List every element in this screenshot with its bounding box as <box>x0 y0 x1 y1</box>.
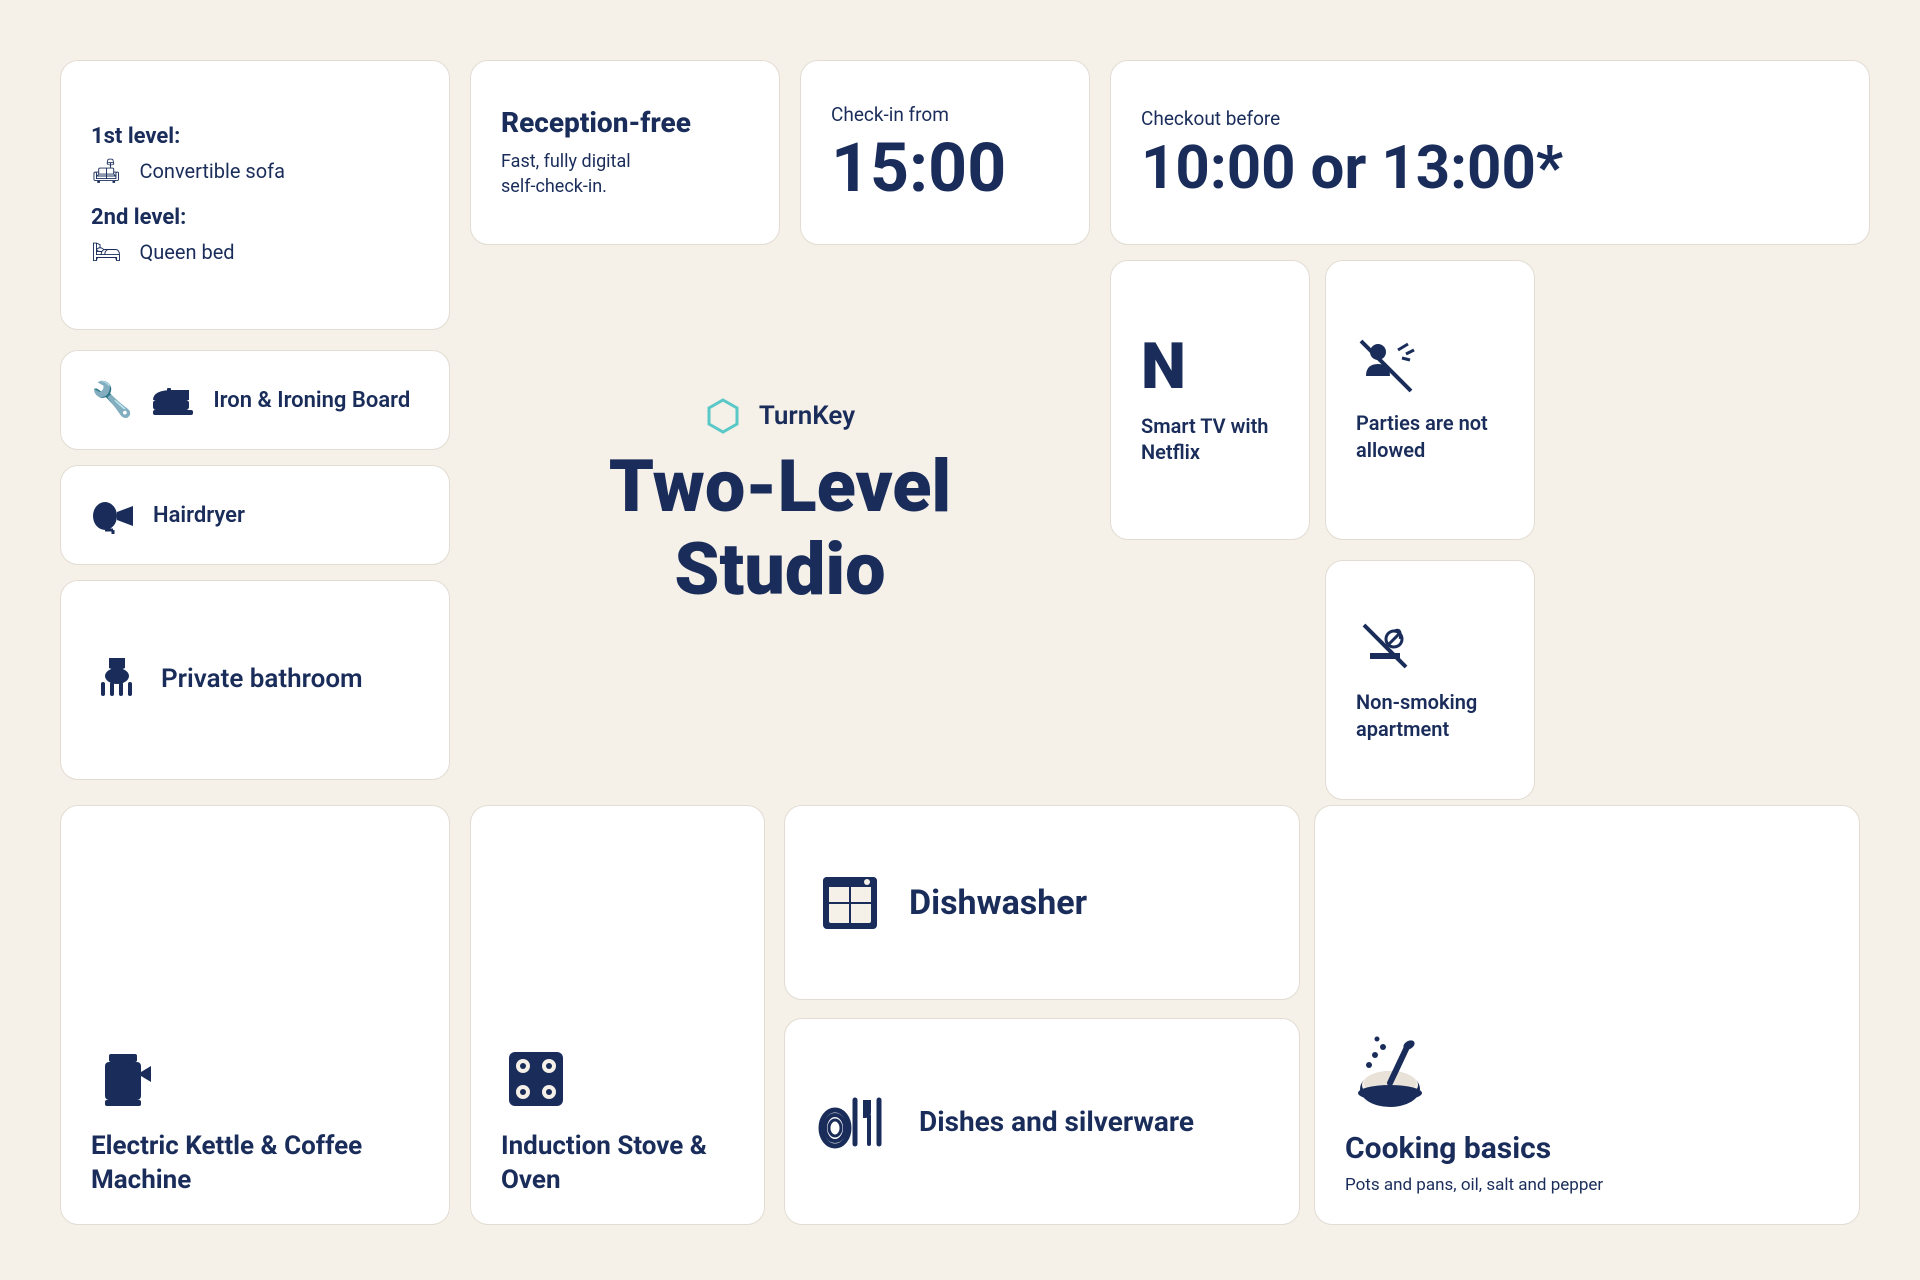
sofa-icon: 🛋 <box>91 157 121 185</box>
level2-item: Queen bed <box>139 240 234 264</box>
nosmoking-label: Non-smoking apartment <box>1356 689 1504 743</box>
reception-title: Reception-free <box>501 106 749 139</box>
bathroom-icon <box>91 654 143 706</box>
iron-label: Iron & Ironing Board <box>213 388 410 413</box>
checkout-time: 10:00 or 13:00* <box>1141 138 1839 198</box>
card-checkout: Checkout before 10:00 or 13:00* <box>1110 60 1870 245</box>
checkin-label: Check-in from <box>831 103 1059 126</box>
card-sleeping: 1st level: 🛋 Convertible sofa 2nd level:… <box>60 60 450 330</box>
iron-svg-icon <box>151 382 195 418</box>
card-iron: 🔧 Iron & Ironing Board <box>60 350 450 450</box>
dishes-icon <box>815 1092 895 1152</box>
parties-label: Parties are not allowed <box>1356 410 1504 464</box>
card-netflix: N Smart TV with Netflix <box>1110 260 1310 540</box>
checkin-time: 15:00 <box>831 134 1059 202</box>
no-smoking-icon <box>1356 617 1414 675</box>
dishwasher-label: Dishwasher <box>909 883 1087 923</box>
bed-icon: 🛏 <box>91 238 121 266</box>
card-kettle: Electric Kettle & Coffee Machine <box>60 805 450 1225</box>
card-parties: Parties are not allowed <box>1325 260 1535 540</box>
turnkey-hex-icon <box>705 398 741 434</box>
card-cooking: Cooking basics Pots and pans, oil, salt … <box>1314 805 1860 1225</box>
card-dishes: Dishes and silverware <box>784 1018 1300 1225</box>
reception-desc: Fast, fully digital self-check-in. <box>501 149 749 199</box>
kettle-icon <box>91 1044 161 1114</box>
no-parties-icon <box>1356 336 1416 396</box>
dishwasher-icon <box>815 873 885 933</box>
card-bathroom: Private bathroom <box>60 580 450 780</box>
card-dishwasher: Dishwasher <box>784 805 1300 1000</box>
netflix-n: N <box>1141 335 1186 399</box>
cooking-sublabel: Pots and pans, oil, salt and pepper <box>1345 1174 1829 1198</box>
cooking-label: Cooking basics <box>1345 1131 1829 1166</box>
center-brand: TurnKey Two-Level Studio <box>470 260 1090 750</box>
kettle-label: Electric Kettle & Coffee Machine <box>91 1130 419 1198</box>
card-nosmoking: Non-smoking apartment <box>1325 560 1535 800</box>
card-checkin: Check-in from 15:00 <box>800 60 1090 245</box>
netflix-label: Smart TV with Netflix <box>1141 413 1279 465</box>
level1-item: Convertible sofa <box>139 159 285 183</box>
brand-title: Two-Level Studio <box>609 446 951 612</box>
brand-name: TurnKey <box>759 401 855 431</box>
induction-icon <box>501 1044 571 1114</box>
card-reception: Reception-free Fast, fully digital self-… <box>470 60 780 245</box>
card-induction: Induction Stove & Oven <box>470 805 765 1225</box>
dishes-label: Dishes and silverware <box>919 1105 1194 1138</box>
checkout-label: Checkout before <box>1141 107 1839 130</box>
induction-label: Induction Stove & Oven <box>501 1130 734 1198</box>
cooking-icon <box>1345 1025 1435 1115</box>
hairdryer-label: Hairdryer <box>153 503 245 528</box>
level1-title: 1st level: <box>91 124 419 149</box>
bathroom-label: Private bathroom <box>161 663 363 697</box>
level2-title: 2nd level: <box>91 205 419 230</box>
iron-icon: 🔧 <box>91 380 133 420</box>
hairdryer-icon <box>91 496 135 534</box>
page: 1st level: 🛋 Convertible sofa 2nd level:… <box>30 30 1890 1250</box>
card-hairdryer: Hairdryer <box>60 465 450 565</box>
